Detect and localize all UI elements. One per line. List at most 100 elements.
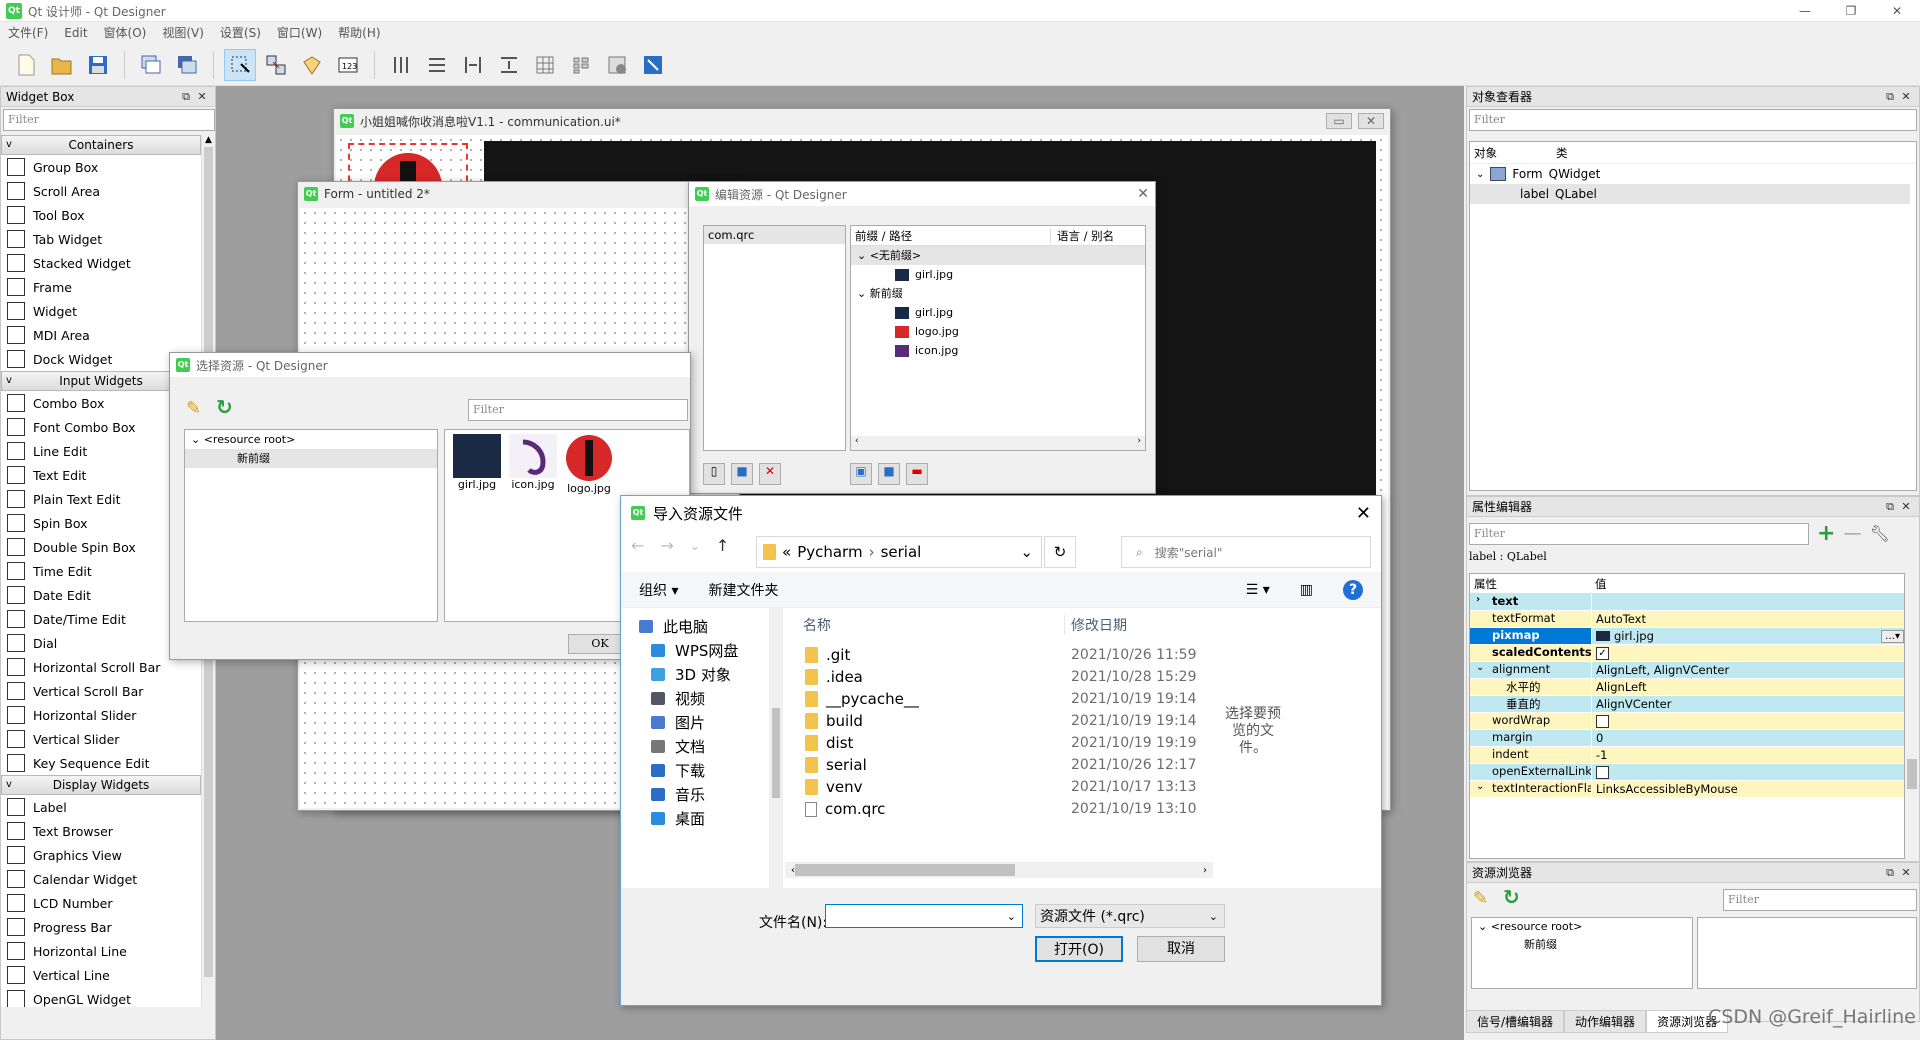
nav-item[interactable]: WPS网盘 (621, 638, 783, 662)
property-row-indent[interactable]: indent -1 (1470, 747, 1904, 764)
menu-form[interactable]: 窗体(O) (96, 22, 155, 44)
property-scrollbar[interactable] (1905, 573, 1919, 859)
filename-dropdown-icon[interactable]: ⌄ (1007, 910, 1022, 923)
nav-pane-scrollbar[interactable] (769, 608, 783, 888)
close-icon[interactable]: ✕ (1898, 866, 1914, 879)
object-row-form[interactable]: ⌄ Form QWidget (1470, 164, 1916, 184)
property-row-textformat[interactable]: textFormat AutoText (1470, 611, 1904, 628)
search-box[interactable]: ⌕ 搜索"serial" (1121, 536, 1371, 568)
resource-file-item[interactable]: girl.jpg (851, 265, 1145, 284)
select-resource-tree[interactable]: ⌄ <resource root> 新前缀 (184, 429, 438, 622)
add-files-icon[interactable]: ■ (878, 463, 900, 485)
menu-edit[interactable]: Edit (56, 22, 95, 44)
widget-item-calendar-widget[interactable]: Calendar Widget (1, 867, 201, 891)
new-file-icon[interactable] (10, 49, 42, 81)
tree-resource-root[interactable]: ⌄ <resource root> (185, 430, 437, 449)
file-row[interactable]: dist 2021/10/19 19:19 (785, 732, 1213, 754)
property-checkbox[interactable] (1596, 714, 1609, 728)
pixmap-chooser-button[interactable]: …▾ (1880, 629, 1904, 643)
file-row[interactable]: __pycache__ 2021/10/19 19:14 (785, 688, 1213, 710)
layout-horizontal-icon[interactable] (385, 49, 417, 81)
widget-item-horizontal-slider[interactable]: Horizontal Slider (1, 703, 201, 727)
select-resource-dialog[interactable]: Qt 选择资源 - Qt Designer ✎ ↻ Filter ⌄ <reso… (169, 352, 691, 660)
float-icon[interactable]: ⧉ (1882, 866, 1898, 880)
path-serial[interactable]: serial (881, 543, 922, 561)
property-value[interactable]: girl.jpg (1614, 629, 1654, 643)
file-list-hscroll[interactable]: ‹ › (785, 862, 1213, 878)
resource-tree[interactable]: 前缀 / 路径 语言 / 别名 ⌄ <无前缀> girl.jpg ⌄ 新前缀 g… (850, 225, 1146, 451)
widget-item-graphics-view[interactable]: Graphics View (1, 843, 201, 867)
widget-item-lcd-number[interactable]: LCD Number (1, 891, 201, 915)
category-containers[interactable]: v Containers (1, 135, 201, 155)
close-icon[interactable]: ✕ (1137, 186, 1149, 202)
filetype-select[interactable]: 资源文件 (*.qrc) ⌄ (1035, 904, 1225, 928)
back-icon[interactable]: ← (631, 536, 644, 555)
open-button[interactable]: 打开(O) (1035, 936, 1123, 962)
property-row-scaledcontents[interactable]: scaledContents ✓ (1470, 645, 1904, 662)
remove-resource-icon[interactable]: ▬ (906, 463, 928, 485)
reload-icon[interactable]: ↻ (1503, 885, 1520, 909)
refresh-icon[interactable]: ↻ (1044, 536, 1076, 568)
tree-resource-root[interactable]: ⌄ <resource root> (1472, 918, 1692, 936)
organize-button[interactable]: 组织 ▾ (639, 580, 678, 600)
property-row-wordwrap[interactable]: wordWrap (1470, 713, 1904, 730)
adjust-size-icon[interactable] (637, 49, 669, 81)
widget-item-key-sequence-edit[interactable]: Key Sequence Edit (1, 751, 201, 775)
col-property-header[interactable]: 属性 (1470, 576, 1591, 592)
file-row[interactable]: build 2021/10/19 19:14 (785, 710, 1213, 732)
expand-icon[interactable]: ⌄ (1476, 781, 1484, 792)
close-icon[interactable]: ✕ (1358, 113, 1384, 129)
close-icon[interactable]: ✕ (194, 90, 210, 103)
tree-new-prefix[interactable]: 新前缀 (185, 449, 437, 468)
widget-item-frame[interactable]: Frame (1, 275, 201, 299)
scrollbar-thumb[interactable] (772, 708, 780, 798)
property-row-margin[interactable]: margin 0 (1470, 730, 1904, 747)
widget-item-tab-widget[interactable]: Tab Widget (1, 227, 201, 251)
forward-icon[interactable]: → (660, 536, 673, 555)
menu-help[interactable]: 帮助(H) (330, 22, 388, 44)
minimize-icon[interactable]: ▭ (1326, 113, 1352, 129)
float-icon[interactable]: ⧉ (1882, 90, 1898, 104)
menu-view[interactable]: 视图(V) (154, 22, 212, 44)
path-dropdown-icon[interactable]: ⌄ (1020, 543, 1041, 561)
reload-icon[interactable]: ↻ (216, 395, 233, 419)
resource-browser-files[interactable] (1697, 917, 1917, 989)
col-prefix-header[interactable]: 前缀 / 路径 (851, 227, 1051, 244)
layout-form-icon[interactable] (565, 49, 597, 81)
property-row-textinteractionflags[interactable]: ⌄ textInteractionFlags LinksAccessibleByMo… (1470, 781, 1904, 798)
qrc-file-item[interactable]: com.qrc (704, 226, 845, 244)
widget-item-scroll-area[interactable]: Scroll Area (1, 179, 201, 203)
select-resource-filter[interactable]: Filter (468, 399, 688, 421)
save-icon[interactable] (82, 49, 114, 81)
file-row[interactable]: venv 2021/10/17 13:13 (785, 776, 1213, 798)
up-icon[interactable]: ↑ (716, 536, 729, 555)
image-icon[interactable]: icon.jpg (509, 434, 557, 491)
file-row[interactable]: .git 2021/10/26 11:59 (785, 644, 1213, 666)
remove-property-icon[interactable]: — (1843, 523, 1861, 544)
widget-item-text-browser[interactable]: Text Browser (1, 819, 201, 843)
view-options-icon[interactable]: ☰ ▾ (1246, 582, 1270, 598)
edit-resource-dialog[interactable]: Qt 编辑资源 - Qt Designer ✕ com.qrc 前缀 / 路径 … (688, 181, 1156, 494)
property-checkbox[interactable]: ✓ (1596, 646, 1609, 660)
add-prefix-icon[interactable]: ▣ (850, 463, 872, 485)
nav-item[interactable]: 3D 对象 (621, 662, 783, 686)
tile-windows-icon[interactable] (171, 49, 203, 81)
category-display-widgets[interactable]: v Display Widgets (1, 775, 201, 795)
nav-item[interactable]: 音乐 (621, 782, 783, 806)
col-lang-header[interactable]: 语言 / 别名 (1051, 228, 1114, 244)
widget-box-filter[interactable]: Filter (3, 109, 215, 131)
open-folder-icon[interactable] (46, 49, 78, 81)
object-row-label[interactable]: label QLabel (1470, 184, 1910, 204)
property-row-pixmap[interactable]: pixmap girl.jpg …▾ (1470, 628, 1904, 645)
recent-icon[interactable]: ⌄ (690, 539, 700, 553)
save-qrc-icon[interactable]: ■ (731, 463, 753, 485)
property-row-alignment[interactable]: ⌄ alignment AlignLeft, AlignVCenter (1470, 662, 1904, 679)
widget-item-widget[interactable]: Widget (1, 299, 201, 323)
edit-buddies-icon[interactable] (296, 49, 328, 81)
col-object-header[interactable]: 对象 (1470, 145, 1556, 161)
edit-tab-order-icon[interactable]: 123 (332, 49, 364, 81)
expand-icon[interactable]: › (1476, 594, 1480, 605)
qrc-file-list[interactable]: com.qrc (703, 225, 846, 451)
minimize-icon[interactable]: — (1782, 0, 1828, 22)
col-value-header[interactable]: 值 (1591, 576, 1607, 592)
